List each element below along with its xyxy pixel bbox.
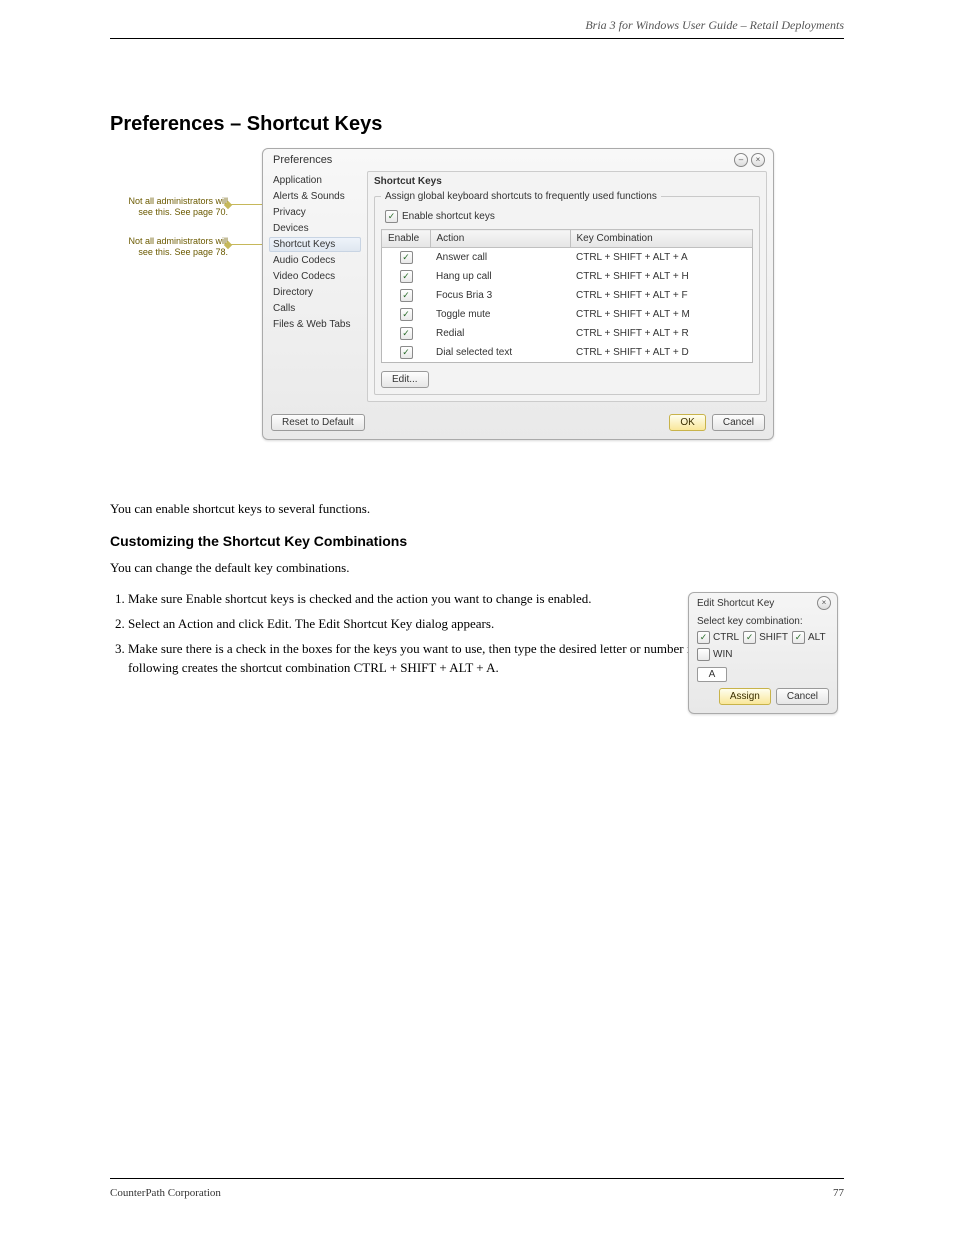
row-checkbox-icon[interactable]	[400, 346, 413, 359]
sidebar-item-devices[interactable]: Devices	[269, 221, 361, 236]
header-right: Bria 3 for Windows User Guide – Retail D…	[585, 18, 844, 33]
sidebar-item-privacy[interactable]: Privacy	[269, 205, 361, 220]
mini-title: Edit Shortcut Key	[697, 598, 774, 609]
row-key: CTRL + SHIFT + ALT + M	[570, 305, 753, 324]
close-icon[interactable]: ×	[817, 596, 831, 610]
modifier-alt[interactable]: ALT	[792, 631, 826, 644]
panel-title: Shortcut Keys	[374, 176, 760, 187]
checkbox-icon	[743, 631, 756, 644]
table-row[interactable]: Hang up call CTRL + SHIFT + ALT + H	[382, 267, 753, 286]
edit-button[interactable]: Edit...	[381, 371, 429, 388]
modifier-label: CTRL	[713, 632, 739, 643]
minimize-icon[interactable]: –	[734, 153, 748, 167]
shortcut-group: Assign global keyboard shortcuts to freq…	[374, 191, 760, 395]
modifier-win[interactable]: WIN	[697, 648, 732, 661]
header-rule	[110, 38, 844, 39]
table-row[interactable]: Answer call CTRL + SHIFT + ALT + A	[382, 248, 753, 268]
footer-rule	[110, 1178, 844, 1179]
reset-to-default-button[interactable]: Reset to Default	[271, 414, 365, 431]
table-row[interactable]: Toggle mute CTRL + SHIFT + ALT + M	[382, 305, 753, 324]
key-input[interactable]: A	[697, 667, 727, 682]
col-enable[interactable]: Enable	[382, 230, 431, 248]
checkbox-icon	[792, 631, 805, 644]
sidebar-item-alerts-sounds[interactable]: Alerts & Sounds	[269, 189, 361, 204]
enable-shortcut-keys-label: Enable shortcut keys	[402, 211, 495, 222]
paragraph: You can enable shortcut keys to several …	[110, 500, 844, 519]
sidebar-item-audio-codecs[interactable]: Audio Codecs	[269, 253, 361, 268]
close-icon[interactable]: ×	[751, 153, 765, 167]
callout-text-1: Not all administrators will see this. Se…	[118, 196, 228, 219]
modifier-label: ALT	[808, 632, 826, 643]
checkbox-icon	[697, 631, 710, 644]
table-row[interactable]: Dial selected text CTRL + SHIFT + ALT + …	[382, 343, 753, 363]
row-key: CTRL + SHIFT + ALT + D	[570, 343, 753, 363]
row-action: Focus Bria 3	[430, 286, 570, 305]
col-key[interactable]: Key Combination	[570, 230, 753, 248]
shortcut-keys-panel: Shortcut Keys Assign global keyboard sho…	[367, 171, 767, 402]
enable-shortcut-keys-checkbox[interactable]: Enable shortcut keys	[385, 210, 495, 223]
ok-button[interactable]: OK	[669, 414, 705, 431]
sidebar-item-shortcut-keys[interactable]: Shortcut Keys	[269, 237, 361, 252]
page-number: 77	[833, 1187, 844, 1199]
col-action[interactable]: Action	[430, 230, 570, 248]
sidebar-item-files-web-tabs[interactable]: Files & Web Tabs	[269, 317, 361, 332]
shortcut-table: Enable Action Key Combination Answer cal…	[381, 229, 753, 363]
dialog-title: Preferences	[273, 154, 332, 166]
row-action: Answer call	[430, 248, 570, 268]
sidebar-item-application[interactable]: Application	[269, 173, 361, 188]
cancel-button[interactable]: Cancel	[712, 414, 765, 431]
row-checkbox-icon[interactable]	[400, 270, 413, 283]
subheading-customizing: Customizing the Shortcut Key Combination…	[110, 531, 844, 551]
checkbox-icon	[385, 210, 398, 223]
row-key: CTRL + SHIFT + ALT + R	[570, 324, 753, 343]
row-action: Toggle mute	[430, 305, 570, 324]
callout-text-2: Not all administrators will see this. Se…	[118, 236, 228, 259]
checkbox-icon	[697, 648, 710, 661]
paragraph: You can change the default key combinati…	[110, 559, 844, 578]
row-checkbox-icon[interactable]	[400, 289, 413, 302]
sidebar-item-calls[interactable]: Calls	[269, 301, 361, 316]
edit-shortcut-dialog: Edit Shortcut Key × Select key combinati…	[688, 592, 838, 714]
row-action: Hang up call	[430, 267, 570, 286]
row-key: CTRL + SHIFT + ALT + F	[570, 286, 753, 305]
modifier-shift[interactable]: SHIFT	[743, 631, 788, 644]
mini-cancel-button[interactable]: Cancel	[776, 688, 829, 705]
table-row[interactable]: Focus Bria 3 CTRL + SHIFT + ALT + F	[382, 286, 753, 305]
section-heading: Preferences – Shortcut Keys	[110, 113, 382, 136]
table-row[interactable]: Redial CTRL + SHIFT + ALT + R	[382, 324, 753, 343]
modifier-ctrl[interactable]: CTRL	[697, 631, 739, 644]
footer-left: CounterPath Corporation	[110, 1187, 221, 1199]
sidebar-item-video-codecs[interactable]: Video Codecs	[269, 269, 361, 284]
mini-titlebar[interactable]: Edit Shortcut Key ×	[689, 593, 837, 612]
sidebar-item-directory[interactable]: Directory	[269, 285, 361, 300]
row-checkbox-icon[interactable]	[400, 251, 413, 264]
modifier-label: SHIFT	[759, 632, 788, 643]
dialog-titlebar[interactable]: Preferences – ×	[263, 149, 773, 169]
preferences-dialog: Preferences – × Application Alerts & Sou…	[262, 148, 774, 440]
mini-prompt: Select key combination:	[697, 616, 829, 627]
row-key: CTRL + SHIFT + ALT + A	[570, 248, 753, 268]
row-action: Redial	[430, 324, 570, 343]
row-checkbox-icon[interactable]	[400, 308, 413, 321]
assign-button[interactable]: Assign	[719, 688, 771, 705]
row-action: Dial selected text	[430, 343, 570, 363]
modifier-label: WIN	[713, 649, 732, 660]
row-key: CTRL + SHIFT + ALT + H	[570, 267, 753, 286]
preferences-sidebar: Application Alerts & Sounds Privacy Devi…	[269, 171, 361, 402]
row-checkbox-icon[interactable]	[400, 327, 413, 340]
group-legend: Assign global keyboard shortcuts to freq…	[381, 191, 661, 202]
